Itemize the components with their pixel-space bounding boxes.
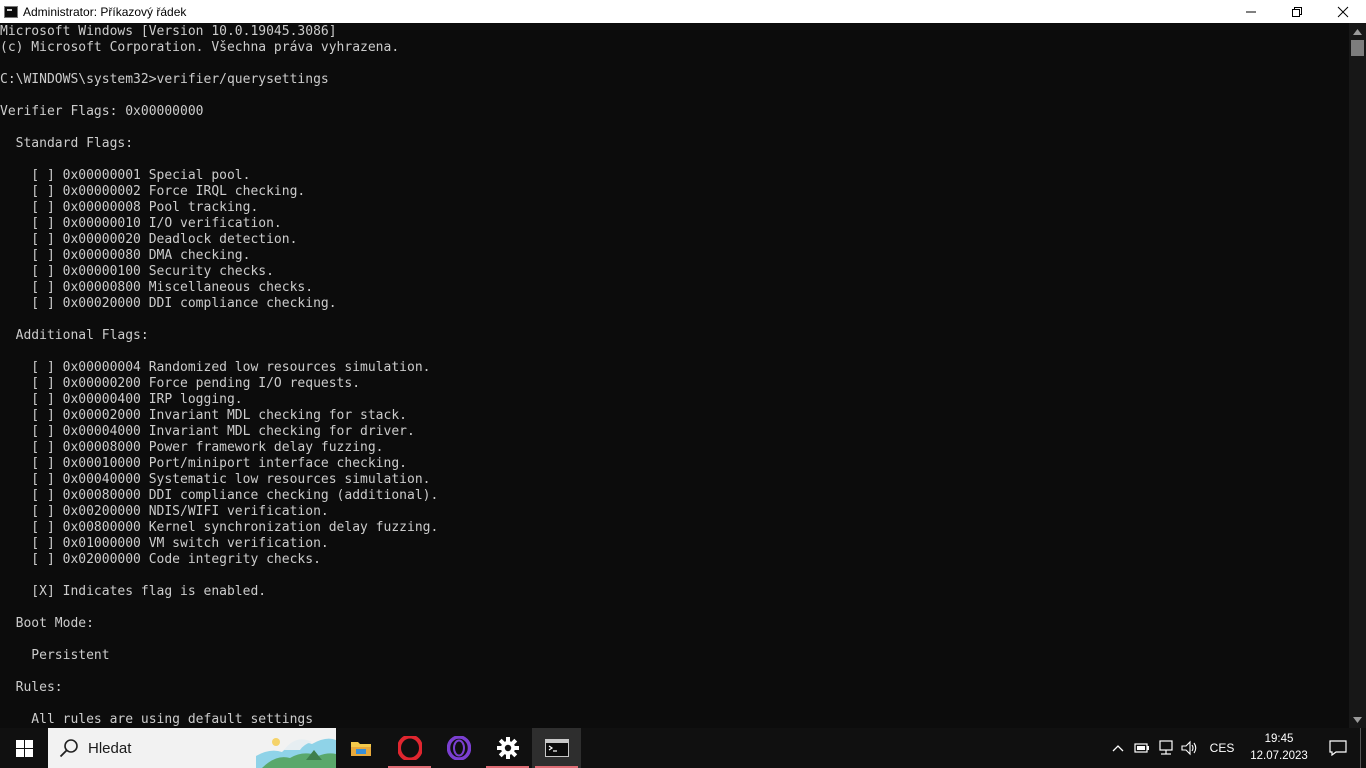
console-line: [ ] 0x00010000 Port/miniport interface c…	[0, 456, 407, 471]
show-hidden-icons-button[interactable]	[1106, 728, 1130, 768]
console-line: [ ] 0x00000001 Special pool.	[0, 168, 251, 183]
console-line: [ ] 0x00000200 Force pending I/O request…	[0, 376, 361, 391]
taskbar: Hledat CES 19:45 12.07.2023	[0, 728, 1366, 768]
notification-icon	[1329, 740, 1347, 756]
taskbar-file-explorer[interactable]	[336, 728, 385, 768]
console-line: [ ] 0x00000100 Security checks.	[0, 264, 274, 279]
battery-plug-icon	[1134, 743, 1149, 753]
window-title: Administrator: Příkazový řádek	[23, 4, 187, 19]
windows-logo-icon	[15, 739, 33, 757]
console-line: [X] Indicates flag is enabled.	[0, 584, 267, 599]
taskbar-opera[interactable]	[385, 728, 434, 768]
chevron-up-icon	[1112, 745, 1124, 752]
console-line: [ ] 0x00000004 Randomized low resources …	[0, 360, 431, 375]
console-line: [ ] 0x02000000 Code integrity checks.	[0, 552, 321, 567]
console-line: [ ] 0x00000002 Force IRQL checking.	[0, 184, 306, 199]
console-line: Verifier Flags: 0x00000000	[0, 104, 204, 119]
scroll-up-button[interactable]	[1349, 23, 1366, 40]
input-language-indicator[interactable]: CES	[1202, 741, 1242, 755]
network-button[interactable]	[1154, 728, 1178, 768]
chevron-down-icon	[1353, 716, 1362, 723]
network-ethernet-icon	[1159, 740, 1173, 755]
clock[interactable]: 19:45 12.07.2023	[1242, 731, 1316, 765]
window-controls	[1228, 0, 1366, 23]
close-button[interactable]	[1320, 0, 1366, 23]
console-output: Microsoft Windows [Version 10.0.19045.30…	[0, 23, 1349, 728]
taskbar-command-prompt[interactable]	[532, 728, 581, 768]
console-line: [ ] 0x00200000 NDIS/WIFI verification.	[0, 504, 329, 519]
console-line: Microsoft Windows [Version 10.0.19045.30…	[0, 24, 337, 39]
scroll-thumb[interactable]	[1351, 40, 1364, 56]
settings-gear-icon	[496, 737, 519, 759]
vertical-scrollbar[interactable]	[1349, 23, 1366, 728]
minimize-icon	[1246, 11, 1256, 12]
console-line: C:\WINDOWS\system32>verifier/querysettin…	[0, 72, 329, 87]
chevron-up-icon	[1353, 28, 1362, 35]
show-desktop-button[interactable]	[1360, 728, 1366, 768]
console-line: [ ] 0x00008000 Power framework delay fuz…	[0, 440, 384, 455]
console-line: [ ] 0x00000010 I/O verification.	[0, 216, 282, 231]
taskbar-settings[interactable]	[483, 728, 532, 768]
console-line: [ ] 0x00000020 Deadlock detection.	[0, 232, 298, 247]
console-line: [ ] 0x00800000 Kernel synchronization de…	[0, 520, 439, 535]
console-line: [ ] 0x00000080 DMA checking.	[0, 248, 251, 263]
restore-button[interactable]	[1274, 0, 1320, 23]
start-button[interactable]	[0, 728, 48, 768]
search-input[interactable]: Hledat	[48, 728, 336, 768]
taskbar-opera-gx[interactable]	[434, 728, 483, 768]
search-placeholder: Hledat	[88, 739, 132, 757]
opera-gx-icon	[446, 736, 471, 760]
clock-date: 12.07.2023	[1250, 750, 1308, 762]
console-line: [ ] 0x00040000 Systematic low resources …	[0, 472, 431, 487]
cmd-window-icon	[4, 5, 18, 18]
volume-button[interactable]	[1178, 728, 1202, 768]
console-area[interactable]: Microsoft Windows [Version 10.0.19045.30…	[0, 23, 1349, 728]
console-line: (c) Microsoft Corporation. Všechna práva…	[0, 40, 400, 55]
speaker-volume-icon	[1181, 740, 1197, 756]
search-highlight-illustration-icon	[256, 738, 336, 768]
system-tray: CES 19:45 12.07.2023	[1106, 728, 1366, 768]
title-bar[interactable]: Administrator: Příkazový řádek	[0, 0, 1366, 23]
restore-icon	[1292, 6, 1302, 17]
notification-center-button[interactable]	[1316, 728, 1360, 768]
console-line: [ ] 0x00020000 DDI compliance checking.	[0, 296, 337, 311]
search-icon	[59, 739, 78, 758]
file-explorer-icon	[350, 742, 371, 756]
clock-time: 19:45	[1264, 733, 1294, 745]
console-line: [ ] 0x01000000 VM switch verification.	[0, 536, 329, 551]
console-line: [ ] 0x00080000 DDI compliance checking (…	[0, 488, 439, 503]
scroll-down-button[interactable]	[1349, 711, 1366, 728]
console-line: [ ] 0x00004000 Invariant MDL checking fo…	[0, 424, 415, 439]
console-line: Boot Mode:	[0, 616, 94, 631]
console-line: [ ] 0x00002000 Invariant MDL checking fo…	[0, 408, 407, 423]
command-prompt-icon	[544, 739, 569, 757]
close-icon	[1337, 6, 1349, 17]
opera-icon	[397, 736, 422, 760]
console-line: Rules:	[0, 680, 63, 695]
console-line: Additional Flags:	[0, 328, 149, 343]
minimize-button[interactable]	[1228, 0, 1274, 23]
battery-button[interactable]	[1130, 728, 1154, 768]
console-line: [ ] 0x00000800 Miscellaneous checks.	[0, 280, 314, 295]
console-line: Standard Flags:	[0, 136, 134, 151]
console-line: [ ] 0x00000400 IRP logging.	[0, 392, 243, 407]
console-line: Persistent	[0, 648, 110, 663]
console-line: All rules are using default settings	[0, 712, 314, 727]
console-line: [ ] 0x00000008 Pool tracking.	[0, 200, 259, 215]
